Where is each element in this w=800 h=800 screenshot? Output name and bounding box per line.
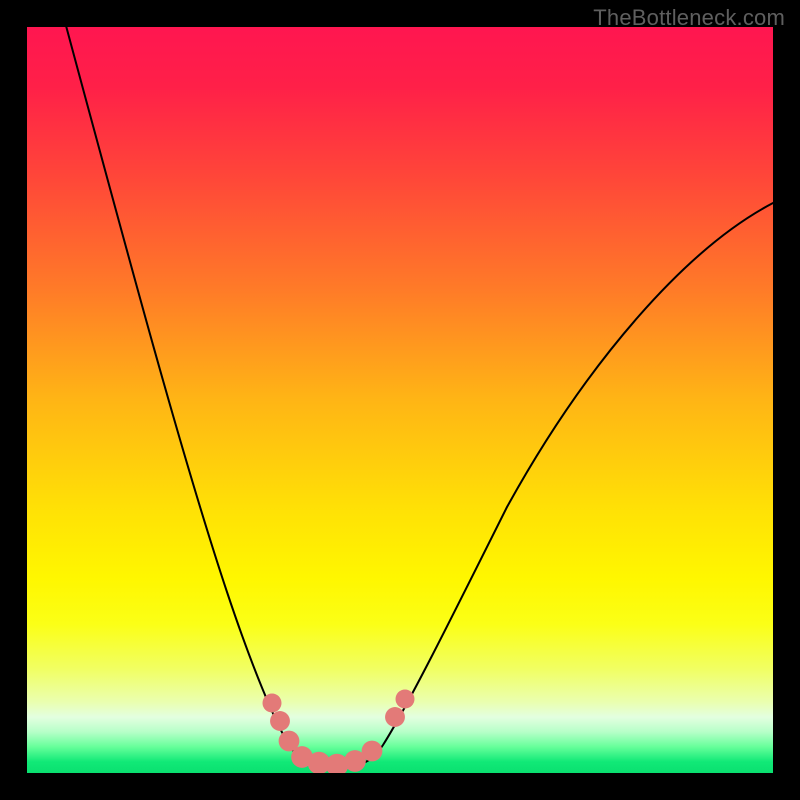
bead-marker bbox=[385, 707, 405, 727]
bead-marker bbox=[270, 711, 290, 731]
bead-marker bbox=[396, 690, 415, 709]
chart-plot bbox=[27, 27, 773, 773]
bead-marker bbox=[362, 741, 383, 762]
chart-frame bbox=[27, 27, 773, 773]
bottleneck-curve bbox=[65, 27, 773, 767]
watermark-text: TheBottleneck.com bbox=[593, 5, 785, 31]
bead-marker bbox=[263, 694, 282, 713]
